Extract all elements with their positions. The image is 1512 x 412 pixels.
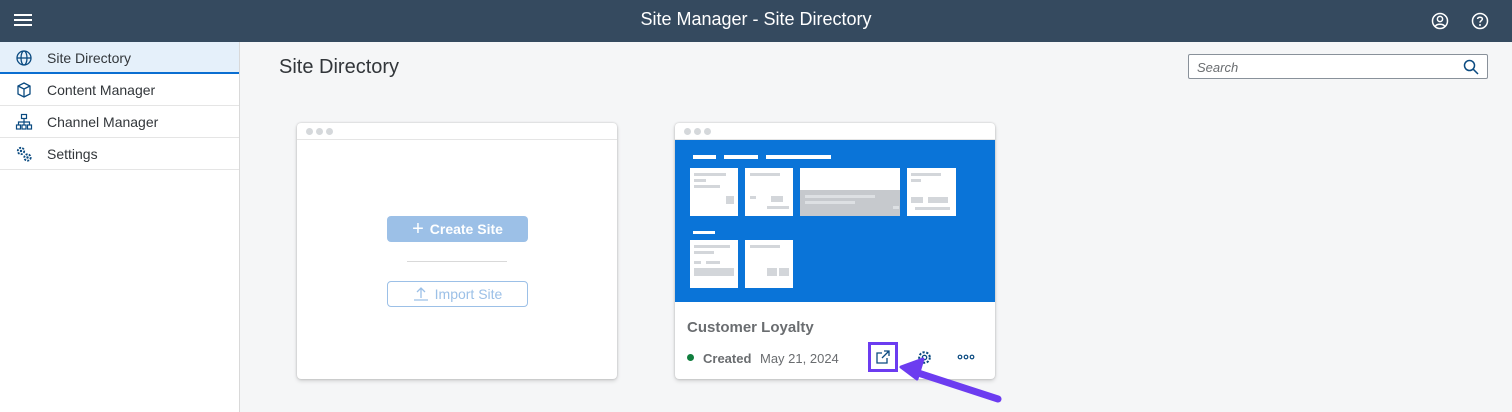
- side-navigation: Site Directory Content Manager Channel M…: [0, 42, 240, 412]
- create-site-button[interactable]: + Create Site: [387, 216, 528, 242]
- status-date: May 21, 2024: [760, 351, 839, 366]
- app-title: Site Manager - Site Directory: [640, 9, 872, 29]
- plus-icon: +: [412, 218, 424, 240]
- search-input[interactable]: [1197, 58, 1457, 76]
- upload-icon: [413, 287, 428, 301]
- page-title: Site Directory: [279, 56, 400, 78]
- sidebar-item-label: Content Manager: [47, 82, 156, 98]
- sidebar-item-content-manager[interactable]: Content Manager: [0, 74, 239, 106]
- shell-bar: Site Manager - Site Directory: [0, 0, 1512, 42]
- divider: [407, 261, 507, 262]
- site-name[interactable]: Customer Loyalty: [687, 319, 814, 336]
- launch-site-button[interactable]: [868, 342, 898, 372]
- hierarchy-icon: [15, 113, 33, 130]
- sidebar-item-label: Site Directory: [47, 50, 132, 66]
- user-icon[interactable]: [1430, 11, 1450, 31]
- launch-icon: [876, 350, 890, 364]
- import-site-label: Import Site: [434, 286, 503, 302]
- sidebar-item-site-directory[interactable]: Site Directory: [0, 42, 239, 74]
- card-window-bar: [297, 123, 617, 140]
- search-field[interactable]: [1188, 54, 1488, 79]
- site-preview-thumbnail[interactable]: [675, 140, 995, 302]
- create-site-card: + Create Site Import Site: [297, 123, 617, 379]
- gears-icon: [16, 146, 32, 162]
- search-icon[interactable]: [1463, 59, 1479, 75]
- globe-icon: [16, 50, 32, 66]
- status-badge: Created: [703, 351, 752, 366]
- sidebar-item-label: Settings: [47, 146, 98, 162]
- annotation-arrow-icon: [899, 357, 1002, 403]
- create-site-label: Create Site: [429, 221, 503, 237]
- import-site-button[interactable]: Import Site: [387, 281, 528, 307]
- cube-icon: [17, 82, 31, 98]
- site-card[interactable]: Customer Loyalty Created May 21, 2024: [675, 123, 995, 379]
- sidebar-item-settings[interactable]: Settings: [0, 138, 239, 170]
- status-indicator: [687, 354, 694, 361]
- sidebar-item-channel-manager[interactable]: Channel Manager: [0, 106, 239, 138]
- card-window-bar: [675, 123, 995, 140]
- sidebar-item-label: Channel Manager: [47, 114, 159, 130]
- help-icon[interactable]: [1470, 11, 1490, 31]
